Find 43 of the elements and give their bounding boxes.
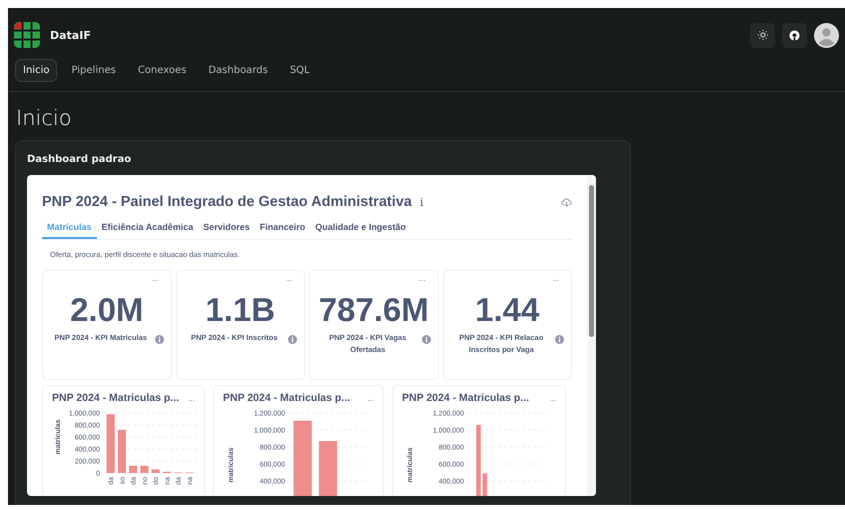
avatar-icon[interactable] xyxy=(814,22,839,48)
nav-tab[interactable]: Pipelines xyxy=(63,59,124,82)
bar xyxy=(129,466,138,473)
bar xyxy=(152,469,160,473)
more-menu[interactable]: ... xyxy=(549,394,556,402)
dashboard-tab[interactable]: Eficiência Acadêmica xyxy=(96,222,198,239)
bar xyxy=(140,466,148,473)
nav-tab[interactable]: Dashboards xyxy=(200,59,276,82)
info-icon[interactable] xyxy=(154,335,164,344)
bar xyxy=(106,414,115,473)
more-menu[interactable]: ... xyxy=(552,274,559,283)
theme-toggle-button[interactable] xyxy=(750,22,775,48)
chart-title: PNP 2024 - Matriculas p... xyxy=(223,392,350,404)
kpi-value: 787.6M xyxy=(318,291,429,329)
more-menu[interactable]: ... xyxy=(285,274,292,283)
more-menu[interactable]: ... xyxy=(418,274,426,283)
more-menu[interactable]: ... xyxy=(152,274,158,283)
sun-icon xyxy=(756,29,768,41)
panel-title: Dashboard padrao xyxy=(27,154,132,165)
kpi-value: 1.1B xyxy=(205,291,276,329)
chart-title: PNP 2024 - Matriculas p... xyxy=(52,392,180,404)
kpi-value: 1.44 xyxy=(475,291,540,329)
dashboard-tab[interactable]: Financeiro xyxy=(254,222,310,239)
more-menu[interactable]: ... xyxy=(188,394,195,402)
cloud-download-icon[interactable] xyxy=(561,196,572,208)
dashboard-tab[interactable]: Qualidade e Ingestão xyxy=(310,222,411,239)
more-menu[interactable]: ... xyxy=(367,394,374,402)
logo-icon xyxy=(14,22,40,48)
nav-tab[interactable]: SQL xyxy=(282,59,318,82)
app-name: DataIF xyxy=(50,28,91,42)
kpi-value: 2.0M xyxy=(70,291,144,329)
dashboard-title: PNP 2024 - Painel Integrado de Gestao Administrativa xyxy=(42,194,412,210)
dashboard-tab[interactable]: Servidores xyxy=(198,222,255,239)
nav-tab[interactable]: Conexoes xyxy=(130,59,194,82)
nav-tab[interactable]: Inicio xyxy=(15,59,58,82)
info-icon[interactable]: i xyxy=(420,196,424,208)
page-title: Inicio xyxy=(16,106,73,130)
bar xyxy=(118,430,126,473)
bar xyxy=(318,441,338,496)
chart-title: PNP 2024 - Matriculas p... xyxy=(402,392,530,404)
info-icon[interactable] xyxy=(422,335,431,344)
info-icon[interactable] xyxy=(555,335,564,344)
info-icon[interactable] xyxy=(288,335,298,344)
